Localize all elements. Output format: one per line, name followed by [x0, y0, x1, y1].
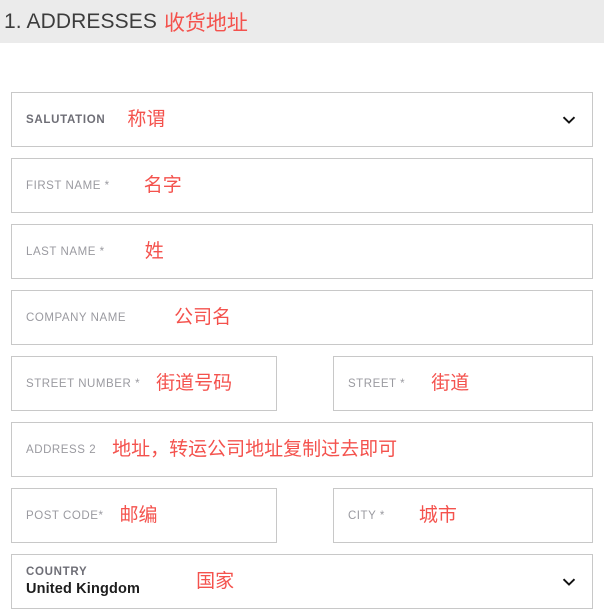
street-number-field[interactable]: STREET NUMBER * 街道号码: [11, 356, 277, 411]
address2-annotation: 地址，转运公司地址复制过去即可: [112, 439, 398, 460]
country-value: United Kingdom: [26, 580, 141, 597]
post-code-label: POST CODE*: [26, 509, 104, 522]
salutation-label: SALUTATION: [26, 113, 106, 126]
company-name-label: COMPANY NAME: [26, 311, 127, 324]
street-label: STREET *: [347, 377, 406, 390]
post-code-field[interactable]: POST CODE* 邮编: [11, 488, 277, 543]
salutation-select[interactable]: SALUTATION 称谓: [11, 92, 593, 147]
first-name-annotation: 名字: [143, 175, 182, 196]
company-name-field[interactable]: COMPANY NAME 公司名: [11, 290, 593, 345]
post-code-annotation: 邮编: [119, 505, 158, 526]
chevron-down-icon: [562, 577, 576, 586]
first-name-label: FIRST NAME *: [26, 179, 110, 192]
address2-field[interactable]: ADDRESS 2 地址，转运公司地址复制过去即可: [11, 422, 593, 477]
first-name-field[interactable]: FIRST NAME * 名字: [11, 158, 593, 213]
postcode-city-row: POST CODE* 邮编 CITY * 城市: [11, 488, 593, 543]
city-annotation: 城市: [418, 505, 457, 526]
country-value-group: COUNTRY United Kingdom: [12, 565, 140, 598]
last-name-annotation: 姓: [144, 241, 164, 262]
salutation-annotation: 称谓: [127, 109, 166, 130]
page-title-annotation: 收货地址: [163, 11, 248, 35]
address2-label: ADDRESS 2: [26, 443, 97, 456]
country-annotation: 国家: [196, 571, 235, 592]
city-field[interactable]: CITY * 城市: [332, 488, 593, 543]
street-row: STREET NUMBER * 街道号码 STREET * 街道: [11, 356, 593, 411]
street-number-label: STREET NUMBER *: [26, 377, 141, 390]
city-label: CITY *: [347, 509, 385, 522]
street-number-annotation: 街道号码: [156, 373, 233, 394]
company-name-annotation: 公司名: [174, 307, 232, 328]
address-form: SALUTATION 称谓 FIRST NAME * 名字 LAST NAME …: [0, 92, 604, 609]
street-annotation: 街道: [431, 373, 470, 394]
country-label: COUNTRY: [26, 566, 88, 579]
page-title: 1. ADDRESSES: [4, 9, 157, 33]
last-name-field[interactable]: LAST NAME * 姓: [11, 224, 593, 279]
country-select[interactable]: COUNTRY United Kingdom 国家: [11, 554, 593, 609]
street-field[interactable]: STREET * 街道: [332, 356, 593, 411]
chevron-down-icon: [562, 115, 576, 124]
section-header: 1. ADDRESSES 收货地址: [0, 0, 604, 43]
last-name-label: LAST NAME *: [26, 245, 105, 258]
